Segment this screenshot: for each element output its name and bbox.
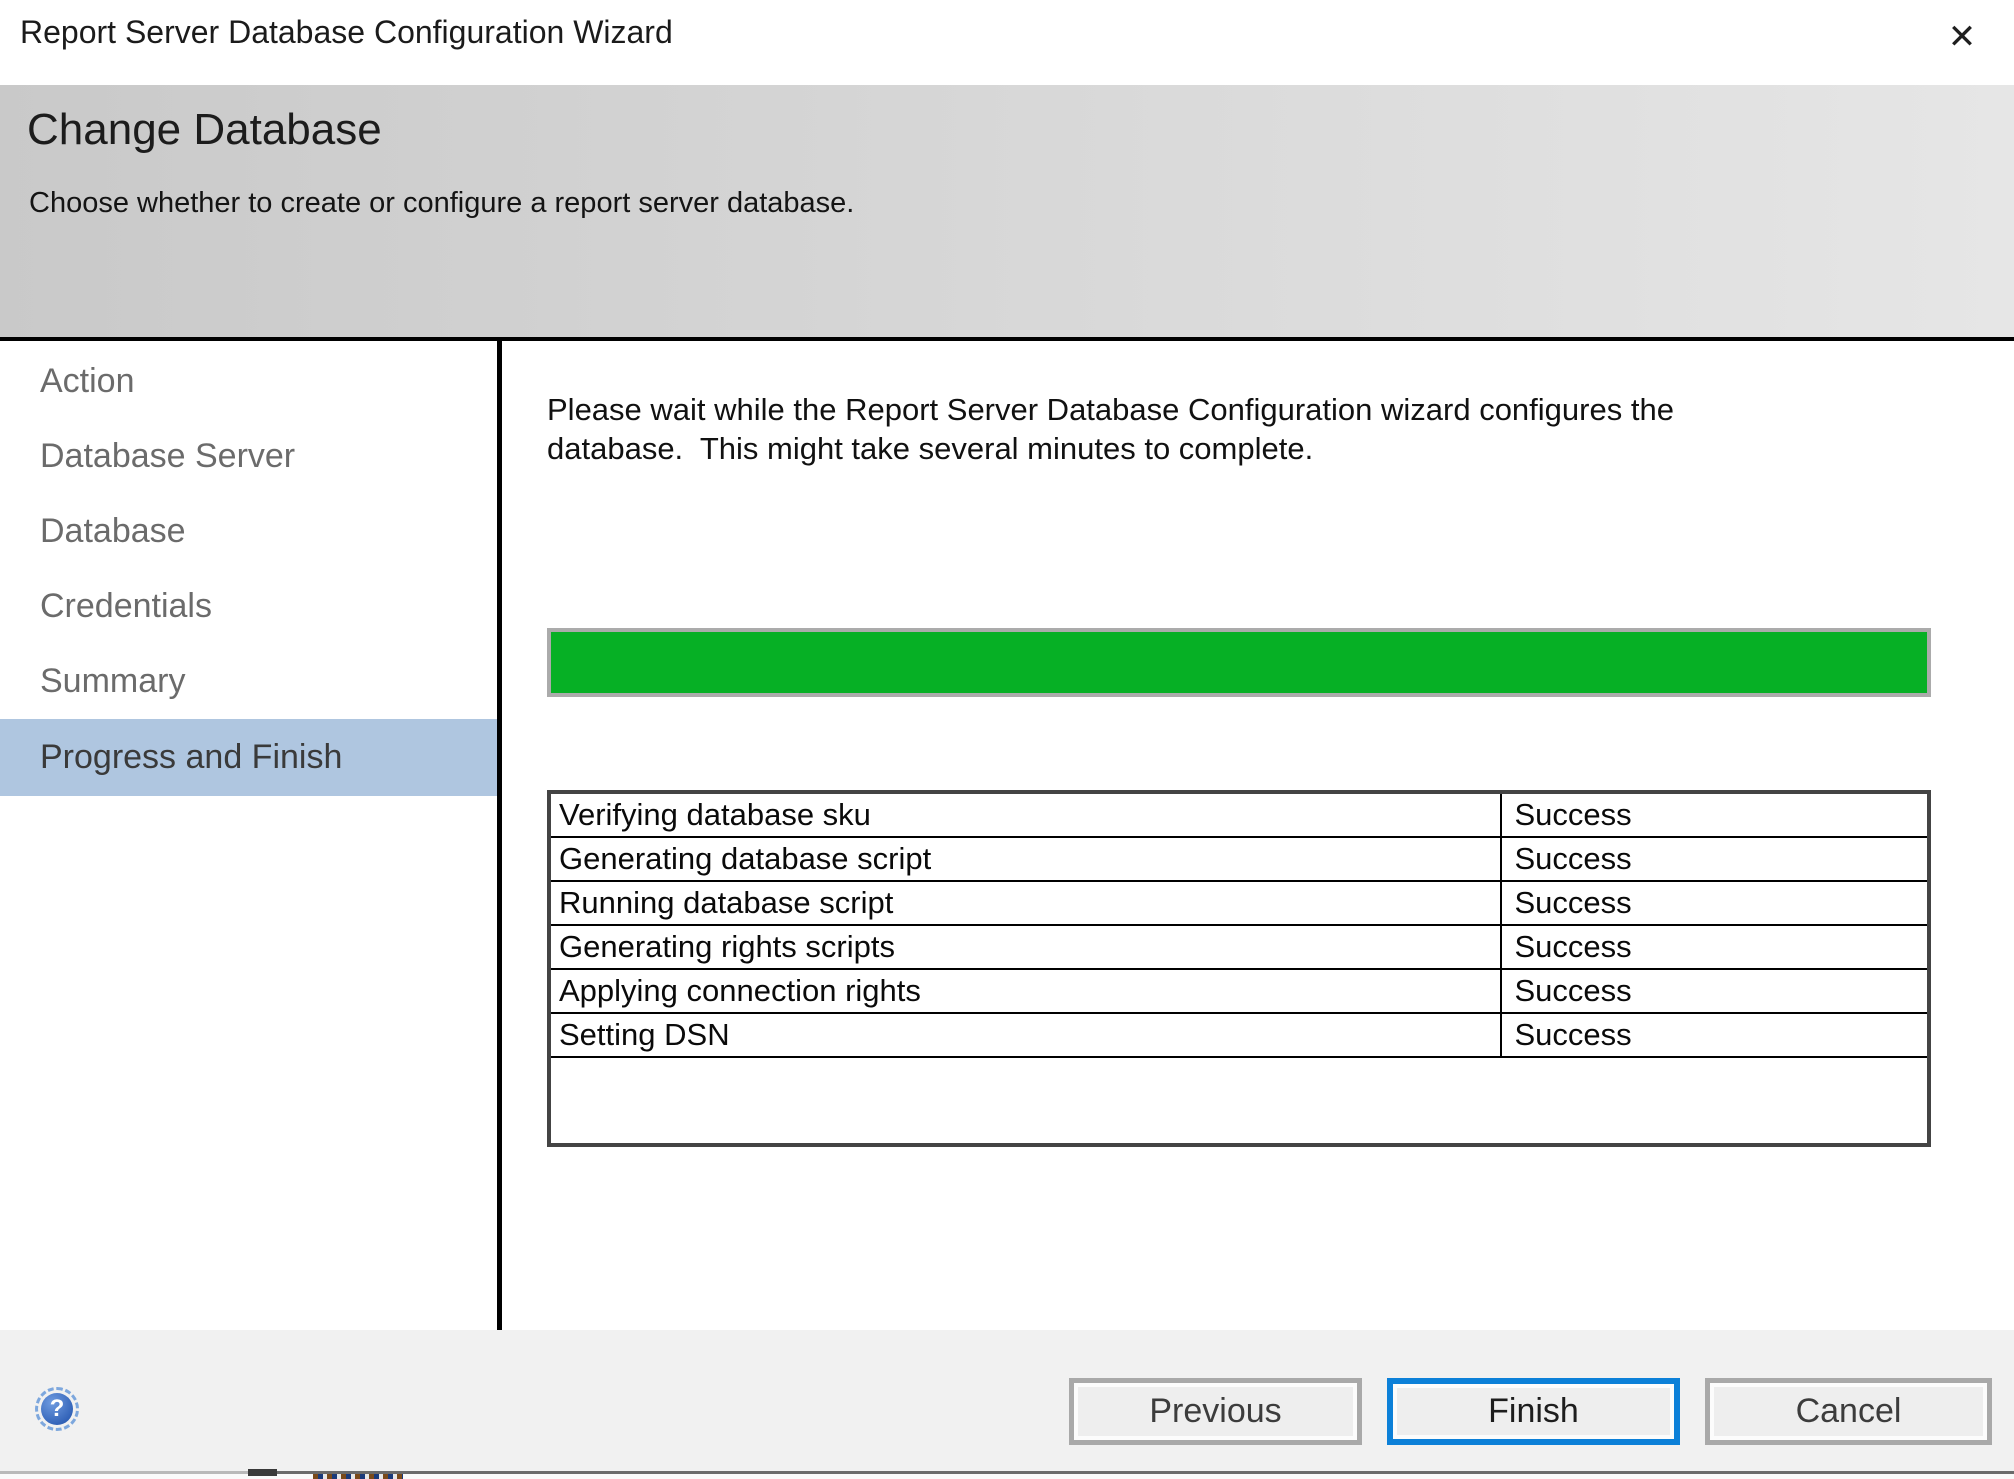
task-name-cell: Applying connection rights bbox=[559, 973, 921, 1008]
task-name-cell: Generating database script bbox=[559, 841, 932, 876]
progress-bar bbox=[547, 628, 1931, 697]
sidebar-item-database[interactable]: Database bbox=[0, 494, 497, 569]
task-name-cell: Generating rights scripts bbox=[559, 929, 895, 964]
help-button[interactable]: ? bbox=[35, 1387, 79, 1431]
wait-message-line1: Please wait while the Report Server Data… bbox=[547, 392, 1674, 427]
previous-button[interactable]: Previous bbox=[1069, 1378, 1362, 1445]
task-status-cell: Success bbox=[1500, 970, 1927, 1012]
page-title: Change Database bbox=[27, 105, 382, 154]
wizard-window: Report Server Database Configuration Wiz… bbox=[0, 0, 2014, 1479]
finish-button[interactable]: Finish bbox=[1387, 1378, 1680, 1445]
task-table-empty-area bbox=[551, 1058, 1927, 1143]
table-row: Applying connection rights Success bbox=[551, 970, 1927, 1014]
bottom-edge-artifact bbox=[313, 1474, 403, 1479]
close-button[interactable]: ✕ bbox=[1936, 12, 1988, 62]
sidebar-item-database-server[interactable]: Database Server bbox=[0, 419, 497, 494]
table-row: Generating rights scripts Success bbox=[551, 926, 1927, 970]
task-status-cell: Success bbox=[1500, 838, 1927, 880]
window-title: Report Server Database Configuration Wiz… bbox=[20, 14, 673, 50]
wait-message-line2: database. This might take several minute… bbox=[547, 431, 1314, 466]
wizard-header: Change Database Choose whether to create… bbox=[0, 85, 2014, 337]
sidebar-item-action[interactable]: Action bbox=[0, 344, 497, 419]
bottom-edge-strip bbox=[0, 1469, 2014, 1479]
sidebar-item-summary[interactable]: Summary bbox=[0, 644, 497, 719]
bottom-edge-line bbox=[0, 1471, 248, 1474]
sidebar-item-progress-and-finish[interactable]: Progress and Finish bbox=[0, 719, 497, 796]
task-name-cell: Running database script bbox=[559, 885, 894, 920]
table-row: Generating database script Success bbox=[551, 838, 1927, 882]
wait-message: Please wait while the Report Server Data… bbox=[547, 390, 1674, 468]
task-name-cell: Setting DSN bbox=[559, 1017, 730, 1052]
task-status-cell: Success bbox=[1500, 882, 1927, 924]
task-status-cell: Success bbox=[1500, 1014, 1927, 1056]
cancel-button[interactable]: Cancel bbox=[1705, 1378, 1992, 1445]
table-row: Running database script Success bbox=[551, 882, 1927, 926]
progress-page-content: Please wait while the Report Server Data… bbox=[502, 341, 2014, 1330]
task-status-cell: Success bbox=[1500, 794, 1927, 836]
sidebar-item-credentials[interactable]: Credentials bbox=[0, 569, 497, 644]
bottom-edge-artifact bbox=[248, 1469, 277, 1476]
wizard-steps-nav: Action Database Server Database Credenti… bbox=[0, 341, 497, 1330]
help-icon: ? bbox=[41, 1393, 73, 1425]
table-row: Verifying database sku Success bbox=[551, 794, 1927, 838]
title-bar: Report Server Database Configuration Wiz… bbox=[0, 0, 2014, 85]
footer-bar: ? Previous Finish Cancel bbox=[0, 1330, 2014, 1479]
task-status-cell: Success bbox=[1500, 926, 1927, 968]
page-subtitle: Choose whether to create or configure a … bbox=[29, 187, 855, 219]
task-name-cell: Verifying database sku bbox=[559, 797, 871, 832]
progress-fill bbox=[551, 632, 1927, 693]
bottom-edge-line bbox=[248, 1471, 2014, 1474]
table-row: Setting DSN Success bbox=[551, 1014, 1927, 1058]
task-table: Verifying database sku Success Generatin… bbox=[547, 790, 1931, 1147]
close-icon: ✕ bbox=[1947, 17, 1977, 57]
